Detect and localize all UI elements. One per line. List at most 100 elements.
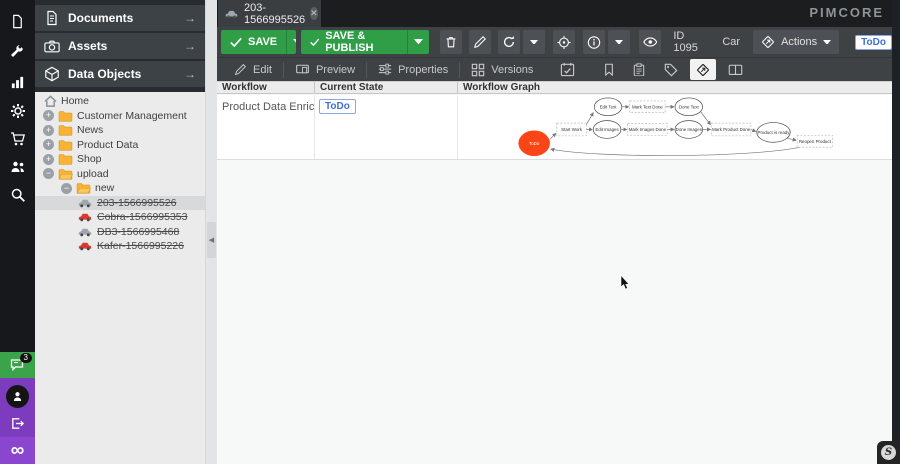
menu-cart-icon[interactable] (0, 126, 35, 152)
object-tree: Home+Customer Management+News+Product Da… (35, 94, 205, 254)
right-edge-scrollbar[interactable] (892, 0, 900, 464)
notification-count-badge: 3 (20, 353, 32, 363)
tree-item-news[interactable]: +News (35, 123, 205, 138)
tree-item-shop[interactable]: + Shop (35, 152, 205, 167)
collapse-minus-icon[interactable]: − (61, 183, 72, 194)
reload-dropdown-caret-icon[interactable] (523, 30, 545, 54)
menu-bar-chart-icon[interactable] (0, 69, 35, 95)
tab-edit[interactable]: Edit (223, 58, 283, 81)
collapse-minus-icon[interactable]: − (43, 168, 54, 179)
open-preview-eye-icon[interactable] (639, 30, 662, 54)
tree-item-db3-1566995468[interactable]: DB3-1566995468 (35, 225, 205, 240)
tab-label: 203-1566995526 (244, 2, 305, 26)
tree-item-home[interactable]: Home (35, 94, 205, 109)
workflow-edge (701, 112, 711, 125)
user-avatar[interactable] (0, 383, 35, 409)
current-state-badge: ToDo (319, 99, 356, 114)
symfony-profiler-button[interactable]: S (877, 441, 900, 464)
panel-label: Data Objects (68, 67, 141, 81)
menu-users-icon[interactable] (0, 154, 35, 180)
symfony-logo-icon: S (881, 445, 896, 460)
tab-properties[interactable]: Properties (367, 58, 459, 81)
object-class-label: Car (722, 36, 740, 48)
tab-workflow-diamond-icon[interactable] (690, 59, 716, 80)
panel-assets[interactable]: Assets → (35, 33, 205, 59)
close-icon[interactable]: ✕ (310, 7, 318, 20)
workflow-graph-cell: ToDoStart WorkEdit TextMark Text DoneDon… (458, 95, 892, 159)
workflow-grid-header: Workflow Current State Workflow Graph (217, 81, 892, 94)
folder-icon (58, 153, 73, 165)
tab-preview[interactable]: Preview (284, 58, 366, 81)
panel-documents[interactable]: Documents → (35, 5, 205, 31)
rename-button[interactable] (469, 30, 491, 54)
tab-scheduler-calendar-icon[interactable] (554, 58, 580, 81)
panel-label: Documents (68, 11, 133, 25)
tab-object-203[interactable]: 203-1566995526 ✕ (218, 0, 321, 27)
folder-icon (58, 110, 73, 122)
menu-wrench-icon[interactable] (0, 38, 35, 64)
tab-versions[interactable]: Versions (460, 58, 544, 81)
car-icon (224, 9, 239, 19)
column-header-current-state[interactable]: Current State (315, 82, 458, 93)
workflow-node-label: Done Text (679, 104, 700, 109)
tab-notes-clipboard-icon[interactable] (626, 58, 652, 81)
save-publish-dropdown-caret-icon[interactable] (407, 30, 429, 54)
infinity-logo-icon[interactable]: ∞ (0, 437, 35, 464)
tree-item-label: Cobra-1566995353 (97, 211, 188, 223)
save-button[interactable]: SAVE (221, 30, 296, 54)
tree-item-cobra-1566995353[interactable]: Cobra-1566995353 (35, 210, 205, 225)
sidebar-splitter[interactable]: ◀ (205, 0, 217, 464)
info-button[interactable] (583, 30, 605, 54)
expand-plus-icon[interactable]: + (43, 125, 54, 136)
panel-expand-arrow-icon[interactable]: → (184, 67, 196, 81)
tree-item-label: Shop (77, 153, 102, 165)
panel-expand-arrow-icon[interactable]: → (184, 39, 196, 53)
save-dropdown-caret-icon[interactable] (286, 30, 296, 54)
expand-plus-icon[interactable]: + (43, 139, 54, 150)
save-publish-button[interactable]: SAVE & PUBLISH (301, 30, 429, 54)
content-area: 203-1566995526 ✕ PIMCORE SAVE SAVE & PUB… (217, 0, 892, 464)
car-gray-icon (77, 198, 93, 208)
tree-item-customer-management[interactable]: +Customer Management (35, 109, 205, 124)
reload-button[interactable] (498, 30, 520, 54)
workflow-node-label: ToDo (529, 141, 540, 146)
main-toolbar: SAVE SAVE & PUBLISH ID 1095 Car Actions … (217, 27, 892, 57)
tree-item-label: 203-1566995526 (97, 197, 176, 209)
car-red-icon (77, 212, 93, 222)
workflow-edge (551, 147, 800, 155)
tab-bar: 203-1566995526 ✕ PIMCORE (217, 0, 892, 27)
camera-icon (44, 39, 60, 54)
menu-gear-icon[interactable] (0, 98, 35, 124)
locate-in-tree-button[interactable] (553, 30, 575, 54)
expand-plus-icon[interactable]: + (43, 154, 54, 165)
delete-button[interactable] (440, 30, 462, 54)
tree-item-new[interactable]: −new (35, 181, 205, 196)
notifications-chat-icon[interactable]: 3 (0, 352, 35, 378)
folder-open-icon (76, 182, 91, 194)
logout-icon[interactable] (0, 410, 35, 436)
panel-data-objects[interactable]: Data Objects → (35, 61, 205, 87)
expand-plus-icon[interactable]: + (43, 110, 54, 121)
column-header-workflow-graph[interactable]: Workflow Graph (458, 82, 892, 93)
column-header-workflow[interactable]: Workflow (217, 82, 315, 93)
menu-file-icon[interactable] (0, 8, 35, 34)
tree-item-label: DB3-1566995468 (97, 226, 179, 238)
tab-bookmark-icon[interactable] (596, 58, 622, 81)
workflow-node-label: Mark Product Done (712, 127, 751, 132)
tree-item-label: upload (77, 168, 109, 180)
tree-item-kafer-1566995226[interactable]: Kafer-1566995226 (35, 239, 205, 254)
collapse-sidebar-icon[interactable]: ◀ (207, 222, 216, 258)
info-dropdown-caret-icon[interactable] (608, 30, 630, 54)
tree-item-upload[interactable]: − upload (35, 167, 205, 182)
tree-item-label: Product Data (77, 139, 138, 151)
tab-reports-book-icon[interactable] (722, 58, 748, 81)
workflow-node-label: Start Work (561, 127, 583, 132)
actions-button[interactable]: Actions (753, 30, 839, 54)
panel-expand-arrow-icon[interactable]: → (184, 11, 196, 25)
workflow-status-badge: ToDo (855, 35, 892, 50)
tab-tags-icon[interactable] (658, 58, 684, 81)
menu-search-icon[interactable] (0, 182, 35, 208)
tree-item-product-data[interactable]: + Product Data (35, 138, 205, 153)
actions-caret-icon (823, 40, 831, 45)
tree-item-203-1566995526[interactable]: 203-1566995526 (35, 196, 205, 211)
